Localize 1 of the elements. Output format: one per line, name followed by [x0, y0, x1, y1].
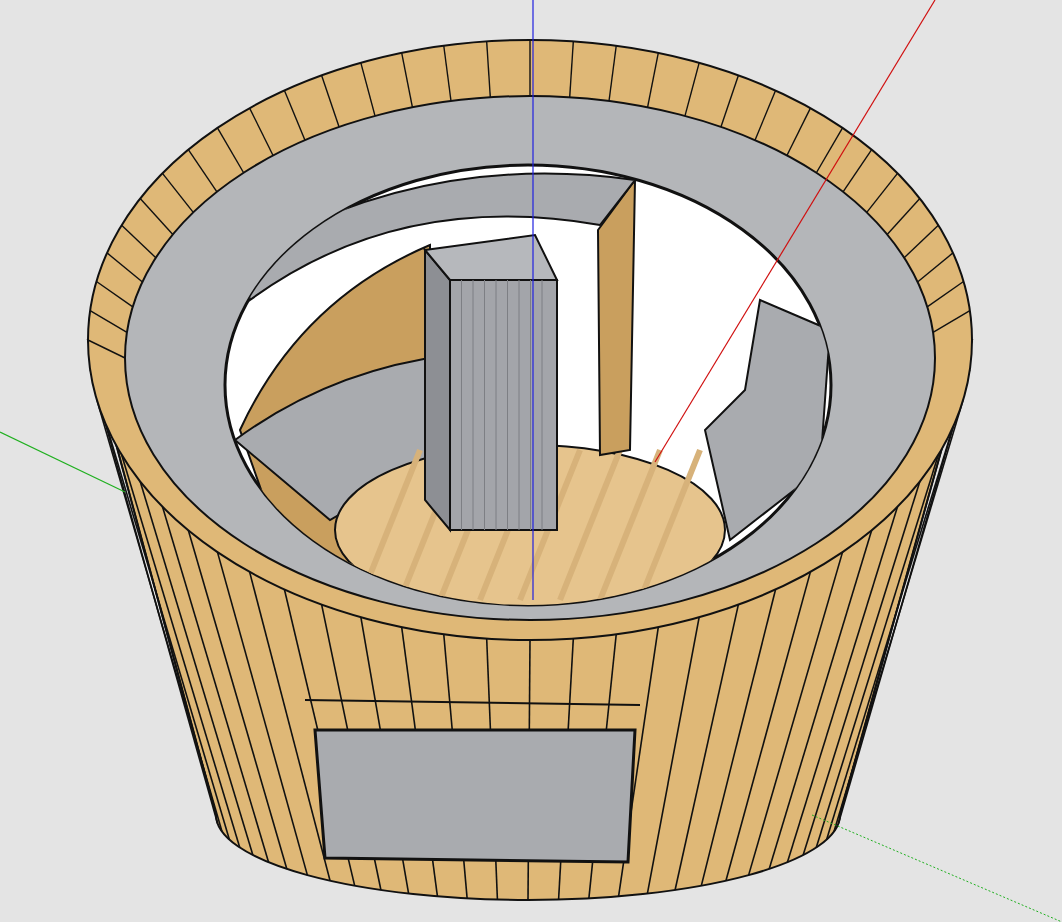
model-viewport[interactable] [0, 0, 1062, 922]
